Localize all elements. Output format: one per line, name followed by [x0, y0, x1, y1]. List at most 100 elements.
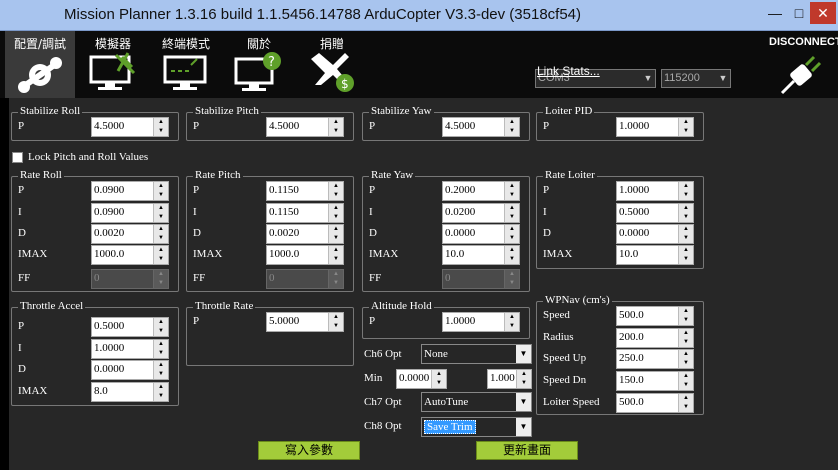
group-title: Altitude Hold — [369, 300, 434, 312]
menu-config-tuning-label: 配置/調試 — [13, 37, 67, 51]
stepper-buttons[interactable]: ▲ ▼ — [678, 225, 693, 243]
wrench-icon — [18, 57, 62, 93]
stepper-buttons[interactable]: ▲ ▼ — [678, 204, 693, 222]
param-stepper[interactable]: 0.0200 ▲ ▼ — [442, 203, 520, 223]
stepper-buttons[interactable]: ▲ ▼ — [153, 204, 168, 222]
param-stepper[interactable]: 1.0000 ▲ ▼ — [91, 339, 169, 359]
param-value: 150.0 — [619, 374, 644, 386]
param-stepper[interactable]: 1.0000 ▲ ▼ — [442, 312, 520, 332]
param-value: 200.0 — [619, 331, 644, 343]
stepper-buttons[interactable]: ▲ ▼ — [678, 350, 693, 368]
write-params-button[interactable]: 寫入參數 — [258, 441, 360, 460]
param-stepper[interactable]: 0.0900 ▲ ▼ — [91, 203, 169, 223]
param-stepper[interactable]: 250.0 ▲ ▼ — [616, 349, 694, 369]
ch7-select[interactable]: AutoTune ▼ — [421, 392, 532, 412]
menu-donate[interactable]: 捐贈 $ — [297, 31, 367, 98]
param-stepper[interactable]: 1.0000 ▲ ▼ — [616, 181, 694, 201]
link-stats-link[interactable]: Link Stats... — [537, 64, 600, 78]
param-stepper[interactable]: 1000.0 ▲ ▼ — [91, 245, 169, 265]
stepper-buttons[interactable]: ▲ ▼ — [504, 225, 519, 243]
stepper-buttons[interactable]: ▲ ▼ — [516, 370, 531, 388]
stepper-buttons[interactable]: ▲ ▼ — [678, 118, 693, 136]
param-value: 250.0 — [619, 352, 644, 364]
stepper-buttons[interactable]: ▲ ▼ — [431, 370, 446, 388]
max-stepper[interactable]: 1.000 ▲ ▼ — [487, 369, 532, 389]
param-stepper[interactable]: 0.1150 ▲ ▼ — [266, 181, 344, 201]
stepper-buttons[interactable]: ▲ ▼ — [678, 394, 693, 412]
stepper-buttons[interactable]: ▲ ▼ — [153, 246, 168, 264]
stepper-buttons[interactable]: ▲ ▼ — [153, 118, 168, 136]
min-stepper[interactable]: 0.0000 ▲ ▼ — [396, 369, 447, 389]
param-label: Speed Dn — [543, 374, 587, 386]
param-stepper[interactable]: 0.2000 ▲ ▼ — [442, 181, 520, 201]
stepper-buttons[interactable]: ▲ ▼ — [153, 383, 168, 401]
stepper-buttons[interactable]: ▲ ▼ — [678, 246, 693, 264]
group-stabilize-yaw: Stabilize Yaw P 4.5000 ▲ ▼ — [362, 105, 530, 141]
checkbox-box[interactable] — [12, 152, 23, 163]
menu-config-tuning[interactable]: 配置/調試 — [5, 31, 75, 98]
param-value: 0.2000 — [445, 184, 476, 196]
stepper-buttons[interactable]: ▲ ▼ — [328, 313, 343, 331]
param-stepper[interactable]: 0.5000 ▲ ▼ — [91, 317, 169, 337]
param-stepper[interactable]: 4.5000 ▲ ▼ — [91, 117, 169, 137]
param-stepper[interactable]: 4.5000 ▲ ▼ — [442, 117, 520, 137]
param-stepper[interactable]: 0.0900 ▲ ▼ — [91, 181, 169, 201]
minimize-button[interactable]: — — [764, 2, 786, 24]
stepper-buttons[interactable]: ▲ ▼ — [153, 361, 168, 379]
param-stepper[interactable]: 1.0000 ▲ ▼ — [616, 117, 694, 137]
param-stepper[interactable]: 5.0000 ▲ ▼ — [266, 312, 344, 332]
refresh-screen-button[interactable]: 更新畫面 — [476, 441, 578, 460]
param-stepper[interactable]: 0.0000 ▲ ▼ — [91, 360, 169, 380]
group-rate-loiter: Rate Loiter P 1.0000 ▲ ▼ I 0.5000 ▲ ▼ D 0.0000 ▲… — [536, 169, 704, 269]
param-stepper[interactable]: 500.0 ▲ ▼ — [616, 393, 694, 413]
ch8-select[interactable]: Save Trim ▼ — [421, 417, 532, 437]
stepper-buttons[interactable]: ▲ ▼ — [678, 182, 693, 200]
param-label: P — [543, 120, 550, 132]
stepper-buttons[interactable]: ▲ ▼ — [328, 118, 343, 136]
menu-help[interactable]: 關於 ? — [224, 31, 294, 98]
disconnect-plug-icon[interactable] — [778, 55, 826, 95]
stepper-buttons[interactable]: ▲ ▼ — [153, 340, 168, 358]
param-stepper[interactable]: 10.0 ▲ ▼ — [442, 245, 520, 265]
stepper-buttons[interactable]: ▲ ▼ — [328, 182, 343, 200]
param-stepper[interactable]: 0.0020 ▲ ▼ — [91, 224, 169, 244]
close-button[interactable]: ✕ — [810, 2, 836, 24]
param-stepper[interactable]: 4.5000 ▲ ▼ — [266, 117, 344, 137]
stepper-buttons[interactable]: ▲ ▼ — [504, 313, 519, 331]
stepper-buttons[interactable]: ▲ ▼ — [678, 307, 693, 325]
stepper-buttons[interactable]: ▲ ▼ — [328, 204, 343, 222]
menu-terminal[interactable]: 終端模式 — [151, 31, 221, 98]
param-stepper-disabled: 0 ▲ ▼ — [266, 269, 344, 289]
ch6-select[interactable]: None ▼ — [421, 344, 532, 364]
param-stepper[interactable]: 10.0 ▲ ▼ — [616, 245, 694, 265]
param-stepper[interactable]: 8.0 ▲ ▼ — [91, 382, 169, 402]
param-label: P — [369, 315, 376, 327]
param-stepper[interactable]: 0.0000 ▲ ▼ — [616, 224, 694, 244]
param-stepper[interactable]: 500.0 ▲ ▼ — [616, 306, 694, 326]
param-stepper[interactable]: 0.0000 ▲ ▼ — [442, 224, 520, 244]
stepper-buttons[interactable]: ▲ ▼ — [153, 318, 168, 336]
stepper-buttons[interactable]: ▲ ▼ — [678, 329, 693, 347]
stepper-buttons[interactable]: ▲ ▼ — [678, 372, 693, 390]
param-stepper[interactable]: 0.1150 ▲ ▼ — [266, 203, 344, 223]
stepper-buttons[interactable]: ▲ ▼ — [153, 182, 168, 200]
stepper-buttons[interactable]: ▲ ▼ — [504, 204, 519, 222]
param-value: 1.0000 — [94, 342, 125, 354]
param-stepper[interactable]: 1000.0 ▲ ▼ — [266, 245, 344, 265]
stepper-buttons[interactable]: ▲ ▼ — [328, 225, 343, 243]
stepper-buttons[interactable]: ▲ ▼ — [153, 225, 168, 243]
param-stepper[interactable]: 0.5000 ▲ ▼ — [616, 203, 694, 223]
maximize-button[interactable]: □ — [788, 2, 810, 24]
svg-text:$: $ — [341, 77, 349, 91]
stepper-buttons[interactable]: ▲ ▼ — [504, 118, 519, 136]
ch7-label: Ch7 Opt — [364, 396, 402, 408]
param-stepper[interactable]: 150.0 ▲ ▼ — [616, 371, 694, 391]
param-stepper[interactable]: 200.0 ▲ ▼ — [616, 328, 694, 348]
stepper-buttons[interactable]: ▲ ▼ — [504, 246, 519, 264]
baud-select[interactable]: 115200 ▼ — [661, 69, 731, 88]
menu-simulation[interactable]: 模擬器 — [78, 31, 148, 98]
stepper-buttons[interactable]: ▲ ▼ — [328, 246, 343, 264]
stepper-buttons[interactable]: ▲ ▼ — [504, 182, 519, 200]
param-stepper[interactable]: 0.0020 ▲ ▼ — [266, 224, 344, 244]
param-label: P — [193, 184, 200, 196]
